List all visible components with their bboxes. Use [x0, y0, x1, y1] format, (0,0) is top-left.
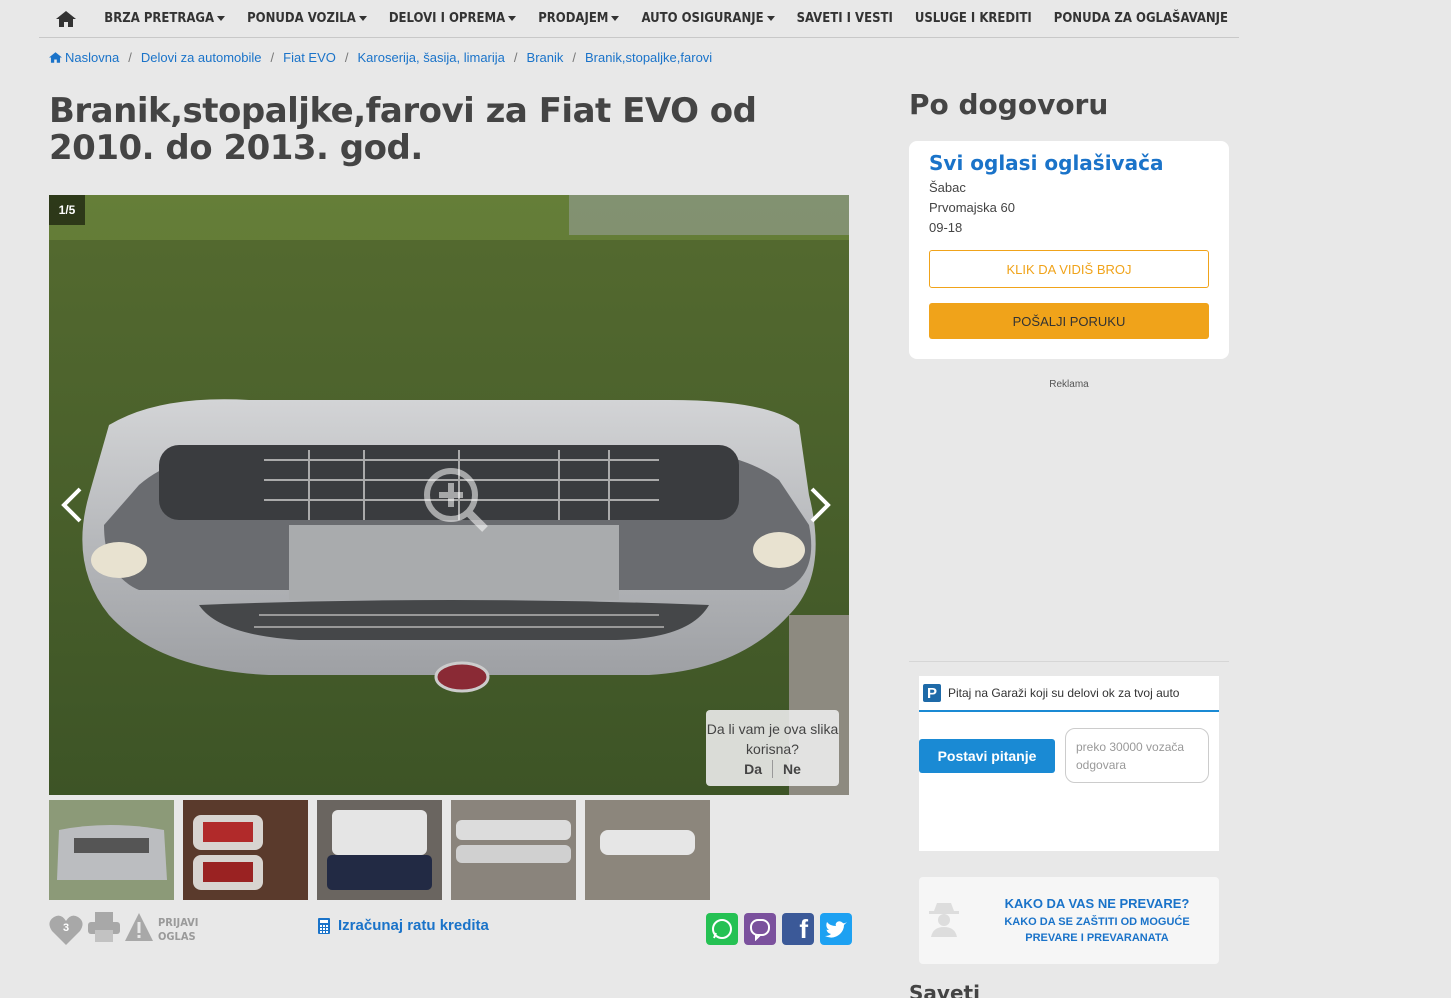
whatsapp-icon[interactable] — [706, 913, 738, 945]
next-arrow-icon[interactable] — [806, 485, 836, 525]
listing-title: Branik,stopaljke,farovi za Fiat EVO od 2… — [49, 91, 757, 168]
facebook-icon[interactable]: f — [782, 913, 814, 945]
nav-ponuda-vozila[interactable]: PONUDA VOZILA — [236, 0, 378, 38]
print-icon[interactable] — [88, 912, 120, 947]
image-feedback: Da li vam je ova slika korisna? Da Ne — [706, 710, 839, 786]
nav-usluge-i-krediti[interactable]: USLUGE I KREDITI — [904, 0, 1043, 38]
viber-icon[interactable] — [744, 913, 776, 945]
photo-counter: 1/5 — [49, 195, 85, 225]
garaza-logo-icon: P — [923, 684, 941, 702]
seller-card: Svi oglasi oglašivača Šabac Prvomajska 6… — [909, 141, 1229, 359]
feedback-yes-button[interactable]: Da — [734, 759, 772, 779]
send-message-button[interactable]: POŠALJI PORUKU — [929, 303, 1209, 339]
top-navigation: BRZA PRETRAGA PONUDA VOZILA DELOVI I OPR… — [39, 0, 1239, 38]
divider — [909, 661, 1229, 662]
credit-calculator-link[interactable]: Izračunaj ratu kredita — [318, 917, 489, 934]
favorite-button[interactable]: 3 — [49, 914, 83, 946]
scam-subtitle: KAKO DA SE ZAŠTITI OD MOGUĆE PREVARE I P… — [1004, 916, 1190, 944]
nav-ponuda-za-oglasavanje[interactable]: PONUDA ZA OGLAŠAVANJE — [1043, 0, 1239, 38]
garaza-widget: P Pitaj na Garaži koji su delovi ok za t… — [919, 676, 1219, 851]
calculator-icon — [318, 917, 330, 934]
breadcrumb-naslovna[interactable]: Naslovna — [65, 50, 119, 65]
seller-hours: 09-18 — [929, 220, 963, 235]
thumbnail-5[interactable] — [585, 800, 710, 900]
favorites-count: 3 — [62, 921, 70, 934]
feedback-question: Da li vam je ova slika korisna? — [706, 721, 839, 757]
spy-icon — [929, 901, 959, 942]
twitter-icon[interactable] — [820, 913, 852, 945]
thumbnail-1[interactable] — [49, 800, 174, 900]
nav-prodajem[interactable]: PRODAJEM — [527, 0, 630, 38]
thumbnail-strip — [49, 800, 710, 900]
nav-brza-pretraga[interactable]: BRZA PRETRAGA — [93, 0, 236, 38]
warning-icon[interactable] — [124, 912, 154, 947]
listing-actions: 3 PRIJAVI OGLAS — [49, 912, 198, 947]
nav-saveti-i-vesti[interactable]: SAVETI I VESTI — [786, 0, 904, 38]
breadcrumb-karoserija[interactable]: Karoserija, šasija, limarija — [358, 50, 505, 65]
caret-down-icon — [358, 16, 367, 21]
ask-question-button[interactable]: Postavi pitanje — [919, 739, 1055, 773]
nav-delovi-i-oprema[interactable]: DELOVI I OPREMA — [378, 0, 527, 38]
breadcrumb: Naslovna / Delovi za automobile / Fiat EVO… — [49, 50, 712, 65]
feedback-no-button[interactable]: Ne — [773, 759, 811, 779]
seller-address: Prvomajska 60 — [929, 200, 1015, 215]
home-icon — [49, 52, 62, 63]
breadcrumb-branik[interactable]: Branik — [527, 50, 564, 65]
caret-down-icon — [508, 16, 517, 21]
show-number-button[interactable]: KLIK DA VIDIŠ BROJ — [929, 250, 1209, 288]
prev-arrow-icon[interactable] — [56, 485, 86, 525]
zoom-icon[interactable] — [421, 465, 491, 540]
garaza-title: Pitaj na Garaži koji su delovi ok za tvo… — [948, 686, 1180, 700]
seller-city: Šabac — [929, 180, 966, 195]
thumbnail-4[interactable] — [451, 800, 576, 900]
breadcrumb-delovi[interactable]: Delovi za automobile — [141, 50, 262, 65]
breadcrumb-current[interactable]: Branik,stopaljke,farovi — [585, 50, 712, 65]
saveti-heading: Saveti — [909, 981, 980, 998]
report-ad-button[interactable]: PRIJAVI OGLAS — [158, 916, 198, 944]
scam-title: KAKO DA VAS NE PREVARE? — [1004, 896, 1190, 911]
thumbnail-2[interactable] — [183, 800, 308, 900]
home-icon[interactable] — [39, 0, 93, 38]
ad-label: Reklama — [1049, 379, 1089, 390]
main-photo[interactable]: 1/5 Da li vam je ova slika korisna? Da N… — [49, 195, 849, 795]
thumbnail-3[interactable] — [317, 800, 442, 900]
breadcrumb-fiat-evo[interactable]: Fiat EVO — [283, 50, 336, 65]
share-buttons: f — [706, 913, 852, 945]
all-seller-ads-link[interactable]: Svi oglasi oglašivača — [929, 151, 1209, 175]
scam-warning-box[interactable]: KAKO DA VAS NE PREVARE? KAKO DA SE ZAŠTI… — [919, 877, 1219, 964]
nav-auto-osiguranje[interactable]: AUTO OSIGURANJE — [630, 0, 785, 38]
caret-down-icon — [766, 16, 775, 21]
caret-down-icon — [217, 16, 226, 21]
question-input[interactable]: preko 30000 vozača odgovara — [1065, 728, 1209, 783]
price: Po dogovoru — [909, 88, 1109, 121]
caret-down-icon — [611, 16, 620, 21]
